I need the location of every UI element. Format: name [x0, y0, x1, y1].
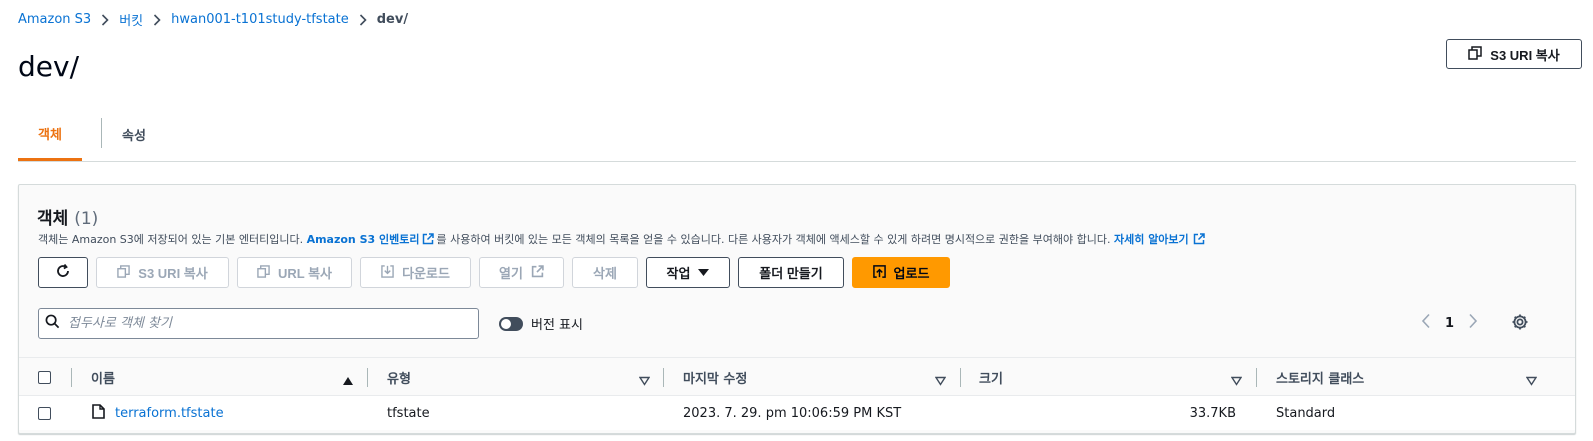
copy-url-label: URL 복사	[277, 266, 332, 281]
object-storage-class: Standard	[1276, 405, 1336, 421]
sort-icon[interactable]	[1525, 371, 1538, 390]
copy-s3-uri-label: S3 URI 복사	[138, 266, 208, 281]
create-folder-label: 폴더 만들기	[759, 266, 823, 281]
download-icon	[381, 264, 394, 281]
column-header-last-modified[interactable]: 마지막 수정	[683, 358, 747, 396]
chevron-left-icon[interactable]	[1421, 313, 1431, 333]
file-icon	[92, 403, 105, 423]
sort-ascending-icon[interactable]	[342, 371, 354, 390]
upload-icon	[872, 264, 886, 281]
chevron-right-icon	[143, 13, 171, 26]
page-title: dev/	[18, 50, 80, 83]
column-header-type[interactable]: 유형	[387, 358, 411, 396]
description-middle: 를 사용하여 버킷에 있는 모든 객체의 목록을 얻을 수 있습니다. 다른 사…	[436, 233, 1111, 246]
objects-description: 객체는 Amazon S3에 저장되어 있는 기본 엔터티입니다. Amazon…	[38, 231, 1205, 247]
column-header-name[interactable]: 이름	[91, 358, 115, 396]
copy-icon	[117, 264, 131, 281]
select-all-checkbox[interactable]	[38, 370, 51, 384]
copy-s3-uri-header-button[interactable]: S3 URI 복사	[1446, 39, 1582, 69]
external-link-icon	[1193, 233, 1205, 245]
column-divider	[71, 368, 72, 387]
object-size: 33.7KB	[1189, 405, 1236, 421]
actions-dropdown-button[interactable]: 작업	[646, 257, 730, 288]
delete-label: 삭제	[593, 266, 617, 281]
description-prefix: 객체는 Amazon S3에 저장되어 있는 기본 엔터티입니다.	[38, 233, 304, 246]
select-all-checkbox-cell	[38, 358, 51, 396]
show-versions-toggle[interactable]	[499, 316, 523, 331]
objects-panel-title: 객체 (1)	[37, 204, 98, 229]
column-header-storage-class[interactable]: 스토리지 클래스	[1276, 358, 1364, 396]
gear-icon[interactable]	[1511, 313, 1529, 335]
refresh-button[interactable]	[38, 257, 88, 288]
search-icon	[45, 314, 60, 333]
breadcrumb-buckets[interactable]: 버킷	[119, 10, 143, 29]
sort-icon[interactable]	[934, 371, 947, 390]
row-checkbox[interactable]	[38, 406, 51, 420]
refresh-icon	[55, 263, 71, 282]
pagination: 1	[1421, 313, 1478, 333]
tab-properties[interactable]: 속성	[102, 108, 166, 161]
inventory-link[interactable]: Amazon S3 인벤토리	[307, 231, 420, 247]
column-divider	[663, 368, 664, 387]
objects-title-text: 객체	[37, 209, 69, 229]
upload-label: 업로드	[893, 266, 930, 281]
column-divider	[960, 368, 961, 387]
sort-icon[interactable]	[1230, 371, 1243, 390]
chevron-right-icon	[91, 13, 119, 26]
file-icon-cell	[92, 396, 105, 430]
search-box	[38, 308, 479, 339]
column-header-size[interactable]: 크기	[979, 358, 1003, 396]
column-divider	[367, 368, 368, 387]
objects-table: 이름 유형 마지막 수정 크기 스토리지 클래스 terraform.tfsta…	[19, 357, 1575, 430]
show-versions-toggle-wrap: 버전 표시	[499, 314, 583, 333]
search-input[interactable]	[68, 316, 458, 331]
download-button[interactable]: 다운로드	[360, 257, 471, 288]
objects-count: (1)	[74, 209, 99, 229]
object-last-modified: 2023. 7. 29. pm 10:06:59 PM KST	[683, 405, 902, 421]
breadcrumb-bucket-name[interactable]: hwan001-t101study-tfstate	[171, 12, 349, 27]
copy-s3-uri-button[interactable]: S3 URI 복사	[96, 257, 229, 288]
actions-label: 작업	[666, 266, 691, 281]
tab-objects[interactable]: 객체	[18, 108, 82, 161]
page-number[interactable]: 1	[1445, 316, 1454, 331]
chevron-right-icon	[349, 13, 377, 26]
delete-button[interactable]: 삭제	[572, 257, 638, 288]
external-link-icon	[422, 233, 435, 245]
open-label: 열기	[499, 266, 523, 281]
table-header: 이름 유형 마지막 수정 크기 스토리지 클래스	[19, 357, 1575, 396]
caret-down-icon	[698, 265, 710, 280]
upload-button[interactable]: 업로드	[852, 257, 950, 288]
copy-url-button[interactable]: URL 복사	[237, 257, 352, 288]
learn-more-link[interactable]: 자세히 알아보기	[1114, 231, 1189, 247]
create-folder-button[interactable]: 폴더 만들기	[738, 257, 844, 288]
row-checkbox-cell	[38, 396, 51, 430]
copy-s3-uri-label: S3 URI 복사	[1490, 47, 1560, 63]
breadcrumb-amazon-s3[interactable]: Amazon S3	[18, 12, 91, 27]
open-button[interactable]: 열기	[479, 257, 564, 288]
breadcrumb-current: dev/	[376, 12, 409, 27]
download-label: 다운로드	[402, 266, 450, 281]
show-versions-label: 버전 표시	[531, 318, 583, 333]
objects-panel: 객체 (1) 객체는 Amazon S3에 저장되어 있는 기본 엔터티입니다.…	[18, 184, 1576, 434]
table-row: terraform.tfstate tfstate 2023. 7. 29. p…	[19, 396, 1575, 430]
tab-bar: 객체 속성	[18, 108, 1576, 162]
object-type: tfstate	[387, 405, 430, 421]
column-divider	[1256, 368, 1257, 387]
external-link-icon	[531, 264, 544, 281]
chevron-right-icon[interactable]	[1468, 313, 1478, 333]
object-name-link[interactable]: terraform.tfstate	[115, 396, 224, 430]
breadcrumb: Amazon S3 버킷 hwan001-t101study-tfstate d…	[18, 10, 408, 29]
copy-icon	[1468, 45, 1483, 63]
copy-icon	[257, 264, 270, 281]
sort-icon[interactable]	[638, 371, 651, 390]
